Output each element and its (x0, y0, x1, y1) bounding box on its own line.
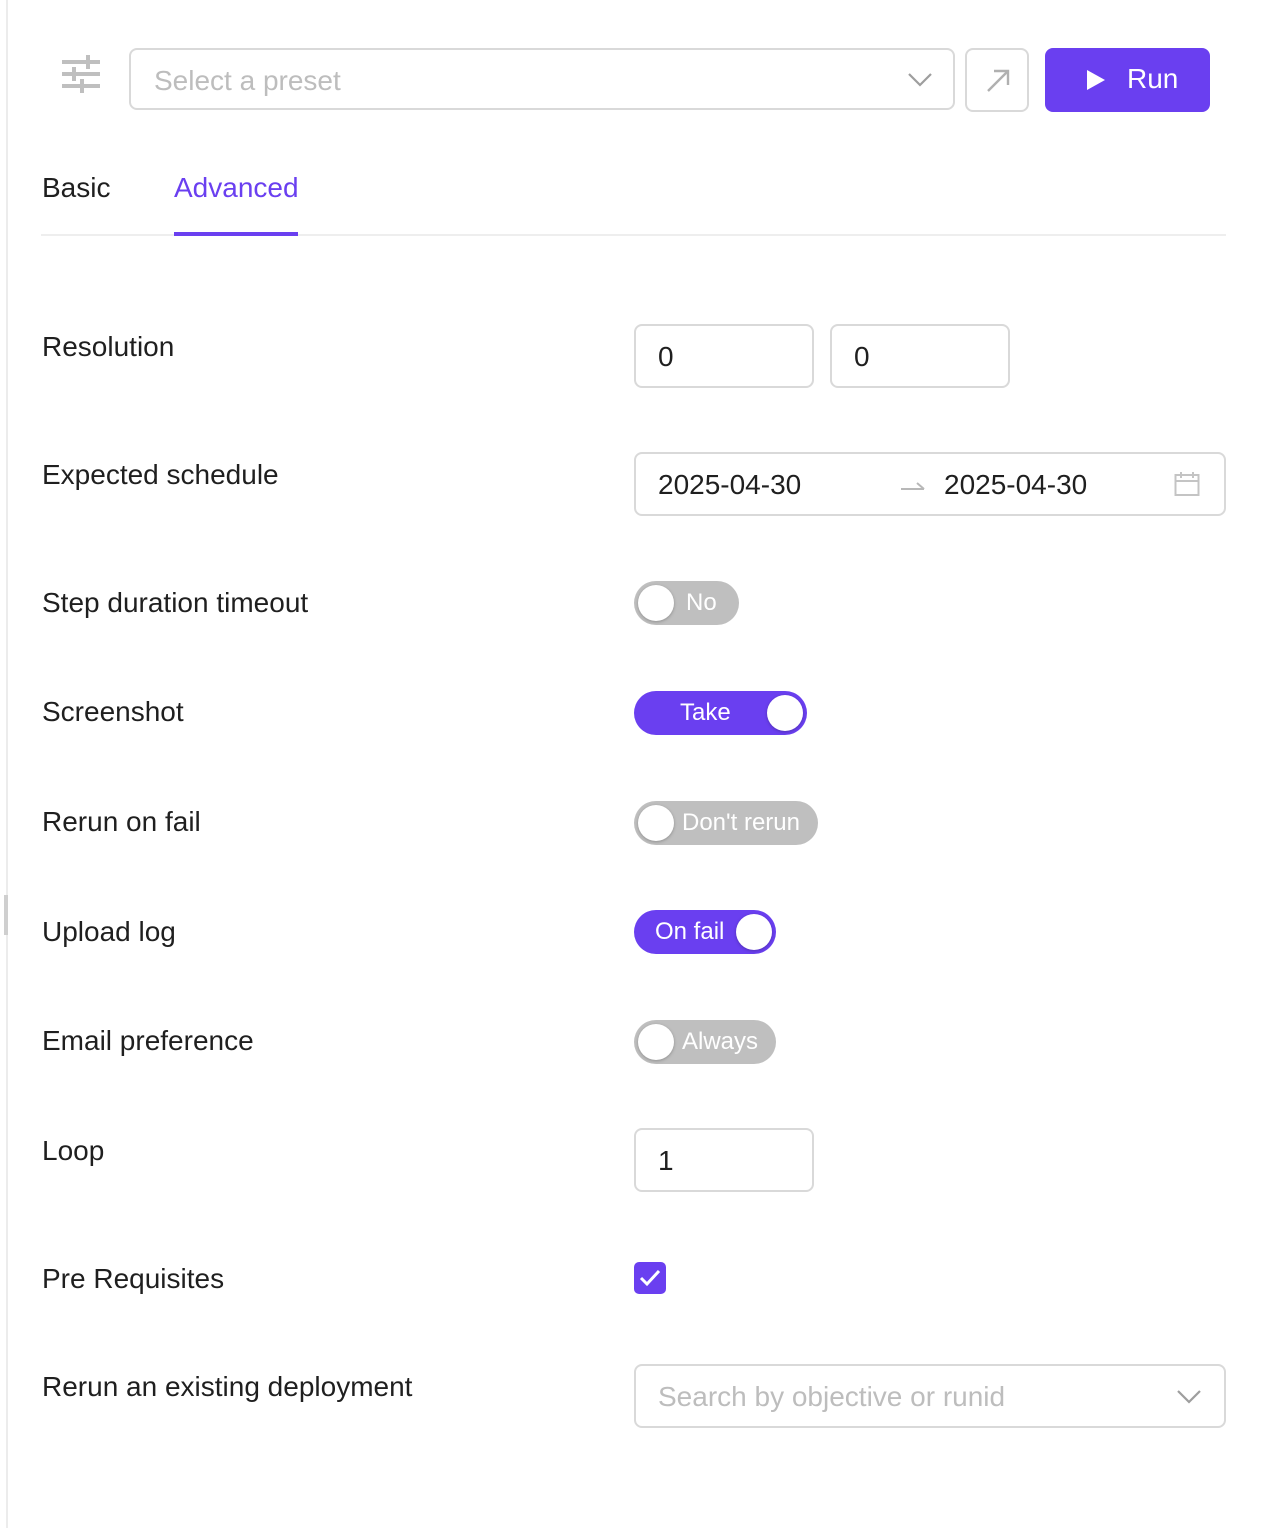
loop-input[interactable]: 1 (634, 1128, 814, 1192)
step-timeout-label: Step duration timeout (42, 587, 309, 618)
deployment-search-select[interactable]: Search by objective or runid (634, 1364, 1226, 1428)
screenshot-switch-text: Take (680, 699, 731, 726)
pre-requisites-checkbox[interactable] (634, 1262, 666, 1294)
tab-active-indicator (174, 232, 298, 236)
panel-left-border (6, 0, 8, 1528)
resolution-height-input[interactable]: 0 (830, 324, 1010, 388)
calendar-icon (1174, 472, 1200, 496)
sliders-icon[interactable] (60, 54, 102, 94)
arrow-right-icon (901, 482, 925, 490)
pre-requisites-label: Pre Requisites (42, 1263, 225, 1294)
screenshot-switch[interactable]: Take (634, 691, 807, 735)
loop-label: Loop (42, 1135, 105, 1166)
resize-handle[interactable] (4, 895, 8, 935)
rerun-deployment-label: Rerun an existing deployment (42, 1371, 413, 1402)
rerun-on-fail-switch[interactable]: Don't rerun (634, 801, 818, 845)
step-timeout-switch[interactable]: No (634, 581, 739, 625)
schedule-start-date[interactable]: 2025-04-30 (658, 469, 801, 501)
upload-log-label: Upload log (42, 916, 176, 947)
run-label: Run (1127, 63, 1179, 94)
open-preset-button[interactable] (965, 48, 1029, 112)
switch-knob (638, 585, 674, 621)
resolution-width-input[interactable]: 0 (634, 324, 814, 388)
deployment-search-placeholder: Search by objective or runid (658, 1381, 1006, 1412)
email-preference-label: Email preference (42, 1025, 254, 1056)
run-button[interactable]: Run (1045, 48, 1210, 112)
switch-knob (767, 695, 803, 731)
chevron-down-icon (908, 73, 932, 87)
step-timeout-switch-text: No (686, 589, 717, 616)
tab-advanced[interactable]: Advanced (174, 172, 299, 204)
tab-basic[interactable]: Basic (42, 172, 110, 204)
preset-placeholder: Select a preset (154, 65, 341, 96)
schedule-date-range[interactable]: 2025-04-30 2025-04-30 (634, 452, 1226, 516)
switch-knob (736, 914, 772, 950)
switch-knob (638, 805, 674, 841)
schedule-label: Expected schedule (42, 459, 279, 490)
email-preference-switch[interactable]: Always (634, 1020, 776, 1064)
resolution-width-value: 0 (658, 341, 674, 372)
upload-log-switch-text: On fail (655, 918, 725, 945)
upload-log-switch[interactable]: On fail (634, 910, 776, 954)
email-preference-switch-text: Always (682, 1028, 759, 1055)
arrow-up-right-icon (987, 69, 1010, 92)
resolution-height-value: 0 (854, 341, 870, 372)
switch-knob (638, 1024, 674, 1060)
checkmark-icon (639, 1269, 661, 1287)
rerun-on-fail-label: Rerun on fail (42, 806, 201, 837)
resolution-label: Resolution (42, 331, 175, 362)
screenshot-label: Screenshot (42, 696, 184, 727)
chevron-down-icon (1177, 1390, 1201, 1404)
loop-value: 1 (658, 1145, 674, 1176)
rerun-on-fail-switch-text: Don't rerun (682, 809, 800, 836)
preset-select[interactable]: Select a preset (129, 48, 955, 110)
play-icon (1087, 70, 1105, 90)
schedule-end-date[interactable]: 2025-04-30 (944, 469, 1087, 501)
